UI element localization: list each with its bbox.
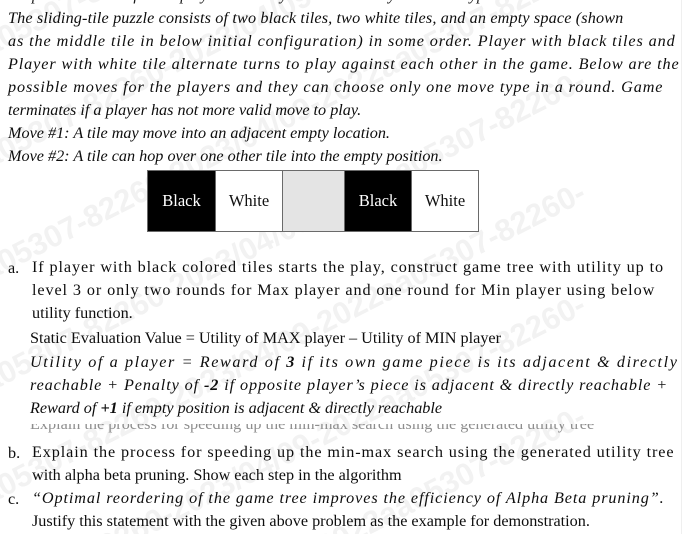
question-c-line-1: “Optimal reordering of the game tree imp…	[32, 489, 665, 507]
top-cropped-line: the possible moves for the players and t…	[8, 0, 492, 5]
intro-line-1: The sliding-tile puzzle consists of two …	[8, 9, 624, 27]
utility-function-line-2: reachable + Penalty of -2 if opposite pl…	[30, 377, 668, 393]
board-cell-1-black: Black	[148, 171, 215, 231]
sliding-tile-board: Black White Black White	[147, 170, 479, 232]
utility-penalty-minus-2: -2	[203, 376, 220, 394]
question-c-line-2: Justify this statement with the given ab…	[32, 512, 590, 530]
top-cropped-text-sliver: the possible moves for the players and t…	[0, 0, 681, 5]
utility-reward-3: 3	[286, 353, 296, 371]
intro-line-3: Player with white tile alternate turns t…	[8, 55, 680, 73]
question-a-marker: a.	[8, 259, 20, 277]
question-c-marker: c.	[8, 490, 20, 508]
question-b-line-1: Explain the process for speeding up the …	[32, 443, 675, 461]
document-page: 2023/04/09-2022aa05307-82260-2023/04/09-…	[0, 0, 682, 534]
board-cell-3-empty	[282, 171, 344, 231]
utility-reward-plus-1: +1	[100, 399, 118, 417]
utility-line-2-part-a: reachable + Penalty of	[30, 376, 204, 394]
utility-function-line-3: Reward of +1 if empty position is adjace…	[30, 400, 442, 416]
mid-cropped-line: Explain the process for speeding up the …	[30, 424, 595, 433]
move-1-text: Move #1: A tile may move into an adjacen…	[8, 124, 390, 142]
question-a-line-1: If player with black colored tiles start…	[32, 258, 664, 276]
move-2-text: Move #2: A tile can hop over one other t…	[8, 147, 443, 165]
utility-function-line-1: Utility of a player = Reward of 3 if its…	[30, 354, 679, 370]
utility-line-2-part-b: if opposite player’s piece is adjacent &…	[219, 376, 669, 394]
static-evaluation-formula: Static Evaluation Value = Utility of MAX…	[30, 329, 501, 347]
question-a-line-2: level 3 or only two rounds for Max playe…	[32, 281, 656, 299]
board-cell-5-white: White	[411, 171, 478, 231]
question-b-line-2: with alpha beta pruning. Show each step …	[32, 466, 402, 484]
utility-line-3-part-a: Reward of	[30, 399, 101, 417]
question-a-line-3: utility function.	[32, 304, 133, 322]
question-b-marker: b.	[8, 444, 21, 462]
intro-line-5: terminates if a player has not more vali…	[8, 101, 362, 119]
mid-cropped-text-sliver: Explain the process for speeding up the …	[0, 424, 681, 433]
utility-line-3-part-b: if empty position is adjacent & directly…	[117, 399, 443, 417]
utility-line-1-part-a: Utility of a player = Reward of	[30, 353, 287, 371]
board-cell-4-black: Black	[344, 171, 411, 231]
utility-line-1-part-b: if its own game piece is its adjacent & …	[295, 353, 679, 371]
board-cell-2-white: White	[215, 171, 282, 231]
intro-line-2: as the middle tile in below initial conf…	[8, 32, 676, 50]
intro-line-4: possible moves for the players and they …	[8, 78, 664, 96]
